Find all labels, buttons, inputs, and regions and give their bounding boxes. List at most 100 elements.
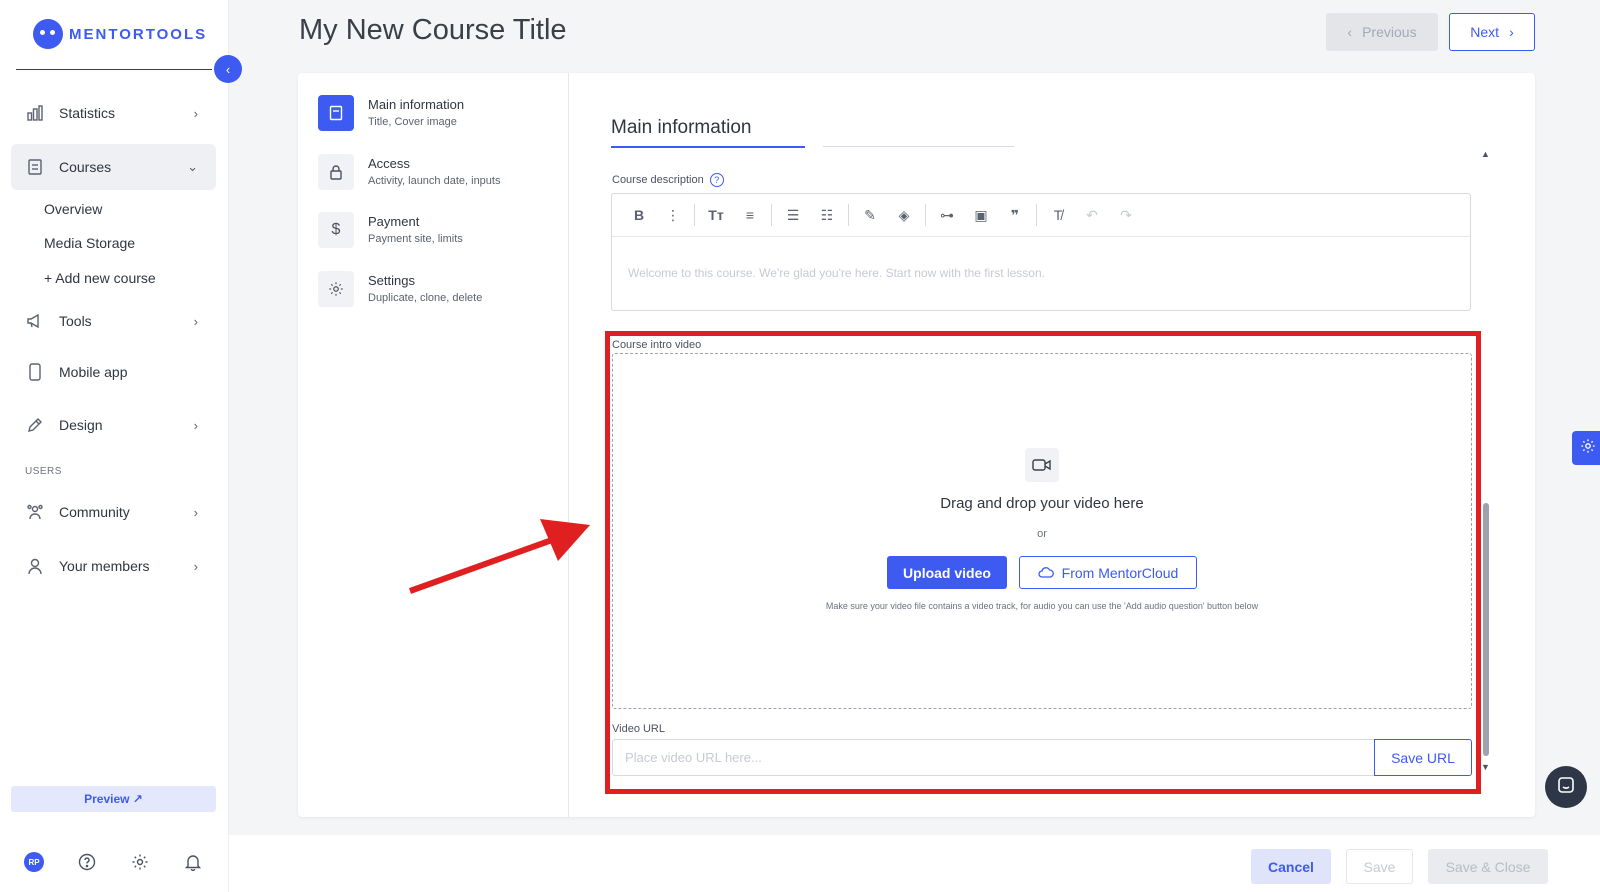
undo-icon[interactable]: ↶ (1075, 201, 1109, 229)
sidebar-item-mobile-app[interactable]: Mobile app (11, 349, 216, 395)
save-and-close-button[interactable]: Save & Close (1428, 849, 1548, 884)
sidebar-subitem-overview[interactable]: Overview (44, 201, 102, 217)
logo-text: MENTORTOOLS (69, 25, 208, 43)
logo-icon (33, 19, 63, 49)
chevron-right-icon: › (193, 417, 198, 433)
edit-icon (25, 415, 45, 435)
tab-underline-active (611, 146, 805, 148)
annotation-arrow (408, 519, 590, 594)
sidebar-item-label: Mobile app (59, 364, 128, 380)
previous-label: Previous (1362, 24, 1417, 40)
people-icon (25, 502, 45, 522)
sidebar-item-community[interactable]: Community › (11, 489, 216, 535)
phone-icon (25, 362, 45, 382)
bold-icon[interactable]: B (622, 201, 656, 229)
sidebar-subitem-add-course[interactable]: + Add new course (44, 270, 156, 286)
scroll-down-arrow[interactable]: ▼ (1481, 762, 1490, 772)
previous-button[interactable]: ‹ Previous (1326, 13, 1438, 51)
course-description-label-text: Course description (612, 173, 704, 186)
page-title: My New Course Title (299, 14, 567, 46)
chevron-right-icon: › (193, 558, 198, 574)
user-icon (25, 556, 45, 576)
avatar[interactable]: RP (24, 852, 44, 872)
step-title: Main information (368, 97, 465, 112)
description-editor[interactable]: B ⋮ Tт ≡ ☰ ☷ ✎ ◈ ⊶ ▣ ❞ T̸ ↶ ↷ Welcome to… (611, 193, 1471, 311)
chevron-right-icon: › (193, 313, 198, 329)
sidebar-item-label: Design (59, 417, 103, 433)
editor-toolbar: B ⋮ Tт ≡ ☰ ☷ ✎ ◈ ⊶ ▣ ❞ T̸ ↶ ↷ (612, 194, 1470, 237)
bar-chart-icon (25, 103, 45, 123)
toolbar-divider (771, 204, 772, 226)
gear-icon (318, 271, 354, 307)
font-size-icon[interactable]: Tт (699, 201, 733, 229)
chevron-left-icon: ‹ (1347, 24, 1353, 40)
section-title: Main information (611, 117, 752, 138)
toolbar-divider (1036, 204, 1037, 226)
sidebar-item-label: Community (59, 504, 130, 520)
highlight-box (605, 331, 1481, 794)
cancel-button[interactable]: Cancel (1251, 849, 1331, 884)
image-icon[interactable]: ▣ (964, 201, 998, 229)
brush-icon[interactable]: ✎ (853, 201, 887, 229)
preview-button[interactable]: Preview ↗ (11, 786, 216, 812)
align-icon[interactable]: ≡ (733, 201, 767, 229)
scrollbar-thumb[interactable] (1483, 503, 1489, 756)
link-icon[interactable]: ⊶ (930, 201, 964, 229)
next-button[interactable]: Next › (1449, 13, 1535, 51)
chevron-right-icon: › (193, 105, 198, 121)
step-subtitle: Activity, launch date, inputs (368, 175, 501, 187)
redo-icon[interactable]: ↷ (1109, 201, 1143, 229)
sidebar-item-statistics[interactable]: Statistics › (11, 90, 216, 136)
sidebar-item-design[interactable]: Design › (11, 402, 216, 448)
help-icon[interactable] (77, 852, 97, 872)
more-vertical-icon[interactable]: ⋮ (656, 201, 690, 229)
megaphone-icon (25, 311, 45, 331)
sidebar: MENTORTOOLS Statistics › Courses ⌄ Overv… (0, 0, 229, 892)
step-subtitle: Payment site, limits (368, 233, 463, 245)
sidebar-item-tools[interactable]: Tools › (11, 298, 216, 344)
lock-icon (318, 154, 354, 190)
chevron-down-icon: ⌄ (187, 159, 198, 174)
sidebar-item-label: Your members (59, 558, 150, 574)
description-placeholder: Welcome to this course. We're glad you'r… (628, 266, 1045, 280)
dollar-icon: $ (318, 212, 354, 248)
sidebar-item-label: Tools (59, 313, 92, 329)
sidebar-bottom-bar: RP (24, 852, 203, 872)
tab-underline-inactive (823, 146, 1014, 147)
quote-icon[interactable]: ❞ (998, 201, 1032, 229)
book-icon (25, 157, 45, 177)
step-title: Access (368, 156, 410, 171)
step-title: Payment (368, 214, 420, 229)
section-label-users: USERS (25, 466, 62, 477)
gear-icon[interactable] (130, 852, 150, 872)
chat-button[interactable] (1545, 766, 1587, 808)
chevron-right-icon: › (1509, 24, 1514, 40)
toolbar-divider (694, 204, 695, 226)
floating-settings-button[interactable] (1572, 431, 1600, 465)
fill-color-icon[interactable]: ◈ (887, 201, 921, 229)
step-title: Settings (368, 273, 415, 288)
step-settings[interactable]: Settings Duplicate, clone, delete (318, 271, 482, 307)
card-divider (568, 73, 569, 817)
save-button[interactable]: Save (1346, 849, 1413, 884)
step-main-information[interactable]: Main information Title, Cover image (318, 95, 464, 131)
gear-icon (1580, 438, 1596, 459)
bell-icon[interactable] (183, 852, 203, 872)
collapse-sidebar-button[interactable]: ‹ (214, 55, 242, 83)
chat-icon (1556, 775, 1576, 800)
step-subtitle: Title, Cover image (368, 116, 457, 128)
sidebar-item-courses[interactable]: Courses ⌄ (11, 144, 216, 190)
sidebar-divider (16, 69, 212, 70)
step-payment[interactable]: $ Payment Payment site, limits (318, 212, 463, 248)
course-description-label: Course description? (612, 173, 724, 187)
logo[interactable]: MENTORTOOLS (33, 19, 207, 49)
sidebar-item-your-members[interactable]: Your members › (11, 543, 216, 589)
help-icon[interactable]: ? (709, 173, 724, 187)
bullet-list-icon[interactable]: ☰ (776, 201, 810, 229)
scroll-up-arrow[interactable]: ▲ (1481, 149, 1490, 159)
sidebar-subitem-media-storage[interactable]: Media Storage (44, 235, 135, 251)
sidebar-item-label: Courses (59, 159, 112, 175)
clear-format-icon[interactable]: T̸ (1041, 201, 1075, 229)
numbered-list-icon[interactable]: ☷ (810, 201, 844, 229)
step-access[interactable]: Access Activity, launch date, inputs (318, 154, 500, 190)
